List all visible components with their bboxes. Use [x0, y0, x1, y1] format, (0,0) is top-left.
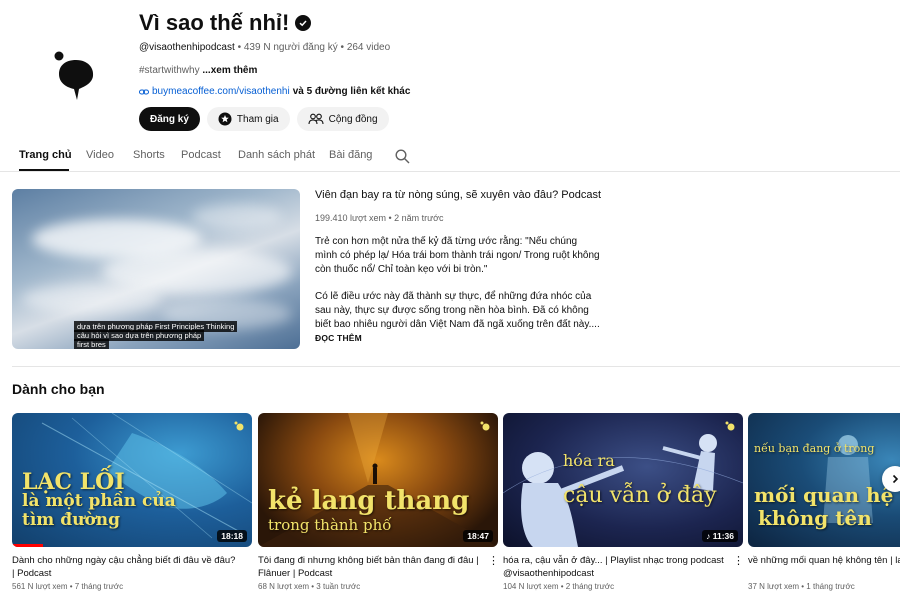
video-title[interactable]: Tôi đang đi nhưng không biết bản thân đa… [258, 554, 486, 580]
for-you-title: Dành cho bạn [12, 381, 105, 397]
thumb-text-line: LẠC LỐI [22, 469, 125, 495]
channel-link[interactable]: buymeacoffee.com/visaothenhi [152, 86, 290, 97]
video-thumbnail[interactable]: kẻ lang thang trong thành phố 18:47 [258, 413, 498, 547]
video-card[interactable]: nếu bạn đang ở trong mối quan hệ không t… [748, 413, 900, 591]
thumb-text-line: mối quan hệ [754, 483, 894, 507]
chevron-right-icon [892, 474, 899, 484]
featured-video-description: Trẻ con hơn một nửa thế kỷ đã từng ước r… [315, 235, 600, 345]
tab-shorts[interactable]: Shorts [133, 149, 165, 161]
community-label: Cộng đồng [328, 113, 378, 125]
more-vert-icon[interactable]: ⋮ [488, 555, 499, 567]
video-title[interactable]: hóa ra, cậu vẫn ở đây... | Playlist nhạc… [503, 554, 731, 580]
channel-actions: Đăng ký Tham gia Cộng đồng [139, 107, 389, 131]
star-icon [218, 112, 232, 126]
section-divider [12, 366, 900, 367]
tab-videos[interactable]: Video [86, 149, 114, 161]
channel-name: Vì sao thế nhỉ! [139, 10, 290, 35]
thumb-text-line: cậu vẫn ở đây [563, 483, 717, 508]
subscribe-label: Đăng ký [150, 113, 189, 125]
tab-playlists[interactable]: Danh sách phát [238, 149, 315, 161]
video-meta: 37 N lượt xem • 1 tháng trước [748, 582, 855, 591]
description-paragraph: Có lẽ điều ước này đã thành sự thực, để … [315, 291, 600, 330]
video-duration: ♪ 11:36 [702, 530, 738, 542]
channel-badge-icon [234, 421, 244, 431]
video-card[interactable]: kẻ lang thang trong thành phố 18:47 Tôi … [258, 413, 499, 591]
video-duration: 18:18 [217, 530, 247, 542]
video-duration: 18:47 [463, 530, 493, 542]
featured-video-thumbnail[interactable]: dựa trên phương pháp First Principles Th… [12, 189, 300, 349]
read-more-button[interactable]: ĐỌC THÊM [315, 333, 362, 343]
channel-badge-icon [480, 421, 490, 431]
tab-home[interactable]: Trang chủ [19, 149, 72, 161]
thumb-text-line: là một phần của [22, 491, 176, 511]
channel-handle: @visaothenhipodcast [139, 42, 235, 53]
watch-progress-bar [12, 544, 44, 547]
channel-logo[interactable] [50, 48, 98, 102]
meta-separator: • [340, 42, 345, 53]
more-vert-icon[interactable]: ⋮ [733, 555, 744, 567]
video-meta: 104 N lượt xem • 2 tháng trước [503, 582, 615, 591]
music-note-icon: ♪ [706, 531, 711, 541]
channel-description[interactable]: #startwithwhy ...xem thêm [139, 65, 257, 76]
thumb-text-line: trong thành phố [268, 516, 392, 534]
thumb-text-line: không tên [758, 506, 872, 530]
verified-icon [295, 15, 312, 31]
video-meta: 561 N lượt xem • 7 tháng trước [12, 582, 124, 591]
channel-links: buymeacoffee.com/visaothenhi và 5 đường … [139, 86, 410, 97]
meta-separator: • [237, 42, 242, 53]
channel-meta: @visaothenhipodcast • 439 N người đăng k… [139, 42, 390, 53]
tab-podcast[interactable]: Podcast [181, 149, 221, 161]
video-title[interactable]: Dành cho những ngày cậu chẳng biết đi đâ… [12, 554, 240, 580]
caption-line-3: first bres [74, 339, 109, 349]
thumb-text-line: tìm đường [22, 510, 121, 530]
description-more[interactable]: ...xem thêm [202, 65, 257, 76]
video-thumbnail[interactable]: LẠC LỐI là một phần của tìm đường 18:18 [12, 413, 252, 547]
community-button[interactable]: Cộng đồng [296, 107, 389, 131]
video-meta: 68 N lượt xem • 3 tuần trước [258, 582, 361, 591]
video-thumbnail[interactable]: nếu bạn đang ở trong mối quan hệ không t… [748, 413, 900, 547]
thumb-text-line: hóa ra [563, 451, 615, 470]
join-label: Tham gia [236, 113, 279, 125]
video-thumbnail[interactable]: hóa ra cậu vẫn ở đây ♪ 11:36 [503, 413, 743, 547]
video-card[interactable]: LẠC LỐI là một phần của tìm đường 18:18 … [12, 413, 252, 591]
subscribe-button[interactable]: Đăng ký [139, 107, 200, 131]
featured-video-title[interactable]: Viên đạn bay ra từ nòng súng, sẽ xuyên v… [315, 189, 605, 201]
description-text: #startwithwhy [139, 65, 200, 76]
figures-illustration [503, 434, 743, 547]
thumb-text-line: kẻ lang thang [268, 486, 470, 516]
featured-video-stats: 199.410 lượt xem • 2 năm trước [315, 213, 444, 223]
link-icon [139, 89, 149, 94]
channel-title: Vì sao thế nhỉ! [139, 10, 312, 36]
video-title[interactable]: về những mối quan hệ không tên | la Radi… [748, 554, 900, 580]
duration-text: 11:36 [712, 531, 734, 541]
people-icon [308, 113, 324, 125]
join-button[interactable]: Tham gia [206, 107, 290, 131]
subscriber-count: 439 N người đăng ký [243, 42, 338, 53]
tab-posts[interactable]: Bài đăng [329, 149, 372, 161]
search-icon[interactable] [395, 149, 410, 164]
video-count: 264 video [346, 42, 391, 53]
more-links[interactable]: và 5 đường liên kết khác [293, 86, 411, 97]
active-tab-indicator [19, 169, 69, 171]
thumb-text-line: nếu bạn đang ở trong [754, 442, 875, 455]
channel-tabs: Trang chủ Video Shorts Podcast Danh sách… [0, 138, 900, 172]
channel-badge-icon [725, 421, 735, 431]
video-card[interactable]: hóa ra cậu vẫn ở đây ♪ 11:36 hóa ra, cậu… [503, 413, 744, 591]
description-paragraph: Trẻ con hơn một nửa thế kỷ đã từng ước r… [315, 236, 600, 275]
